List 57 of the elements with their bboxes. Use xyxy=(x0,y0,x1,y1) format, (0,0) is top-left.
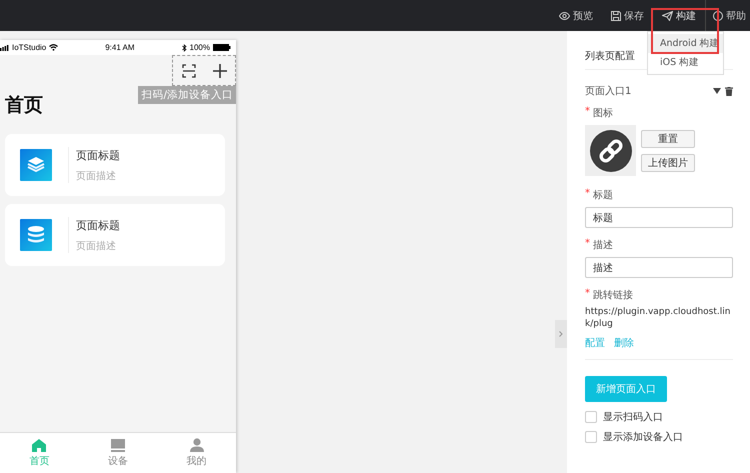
section-title: 列表页配置 xyxy=(585,50,635,64)
home-icon xyxy=(32,438,46,452)
checkbox-label: 显示添加设备入口 xyxy=(603,430,683,444)
required-mark: * xyxy=(585,106,590,119)
monitor-icon xyxy=(110,438,125,452)
checkbox-label: 显示扫码入口 xyxy=(603,410,663,424)
info-icon xyxy=(713,10,723,20)
page-title: 首页 xyxy=(5,93,43,118)
required-mark: * xyxy=(585,238,590,251)
battery-text: 100% xyxy=(190,43,210,52)
upload-image-button[interactable]: 上传图片 xyxy=(641,154,695,172)
send-icon xyxy=(662,10,673,20)
required-mark: * xyxy=(585,188,590,201)
chevron-right-icon xyxy=(559,331,563,337)
toolbar-button[interactable]: 预览 xyxy=(550,0,602,31)
toolbar-button[interactable]: 构建 xyxy=(653,0,705,31)
text-input-field[interactable]: 描述 xyxy=(585,257,733,278)
clock-text: 9:41 AM xyxy=(105,43,135,52)
page-card[interactable]: 页面标题 页面描述 xyxy=(5,204,225,266)
battery-icon xyxy=(212,44,231,51)
card-description: 页面描述 xyxy=(76,240,117,252)
signal-icon xyxy=(0,44,9,50)
field-label: 描述 xyxy=(593,238,613,252)
collapse-handle[interactable] xyxy=(555,320,567,348)
save-icon xyxy=(611,10,621,20)
tab-bar-item[interactable]: 我的 xyxy=(172,433,222,473)
card-title: 页面标题 xyxy=(76,218,120,232)
wifi-icon xyxy=(49,44,58,51)
field-label: 跳转链接 xyxy=(593,288,633,302)
required-mark: * xyxy=(585,288,590,301)
trash-icon[interactable] xyxy=(725,86,733,96)
checkbox[interactable] xyxy=(585,411,597,424)
field-label: 图标 xyxy=(593,106,613,120)
card-description: 页面描述 xyxy=(76,170,117,182)
entry-title: 页面入口1 xyxy=(585,84,632,98)
page-card[interactable]: 页面标题 页面描述 xyxy=(5,134,225,196)
link-url-text: https://plugin.vapp.cloudhost.link/plug xyxy=(585,307,732,330)
toolbar-button[interactable]: 帮助 xyxy=(708,0,750,31)
reset-button[interactable]: 重置 xyxy=(641,130,695,148)
caret-down-icon[interactable] xyxy=(713,88,721,94)
checkbox[interactable] xyxy=(585,431,597,444)
toolbar-button[interactable]: 保存 xyxy=(602,0,653,31)
carrier-text: IoTStudio xyxy=(12,43,46,52)
menu-item[interactable]: iOS 构建 xyxy=(648,53,723,72)
eye-icon xyxy=(559,12,570,20)
database-icon xyxy=(20,219,52,251)
card-title: 页面标题 xyxy=(76,148,120,162)
text-input-field[interactable]: 标题 xyxy=(585,207,733,228)
bluetooth-icon xyxy=(182,44,187,52)
plus-icon xyxy=(212,64,226,78)
layers-icon xyxy=(20,149,52,181)
scan-icon xyxy=(182,64,196,78)
entry-tooltip: 扫码/添加设备入口 xyxy=(138,86,236,104)
tab-bar-item[interactable]: 设备 xyxy=(92,433,143,473)
field-label: 标题 xyxy=(593,188,613,202)
highlight-frame xyxy=(651,8,719,54)
user-icon xyxy=(190,438,204,452)
